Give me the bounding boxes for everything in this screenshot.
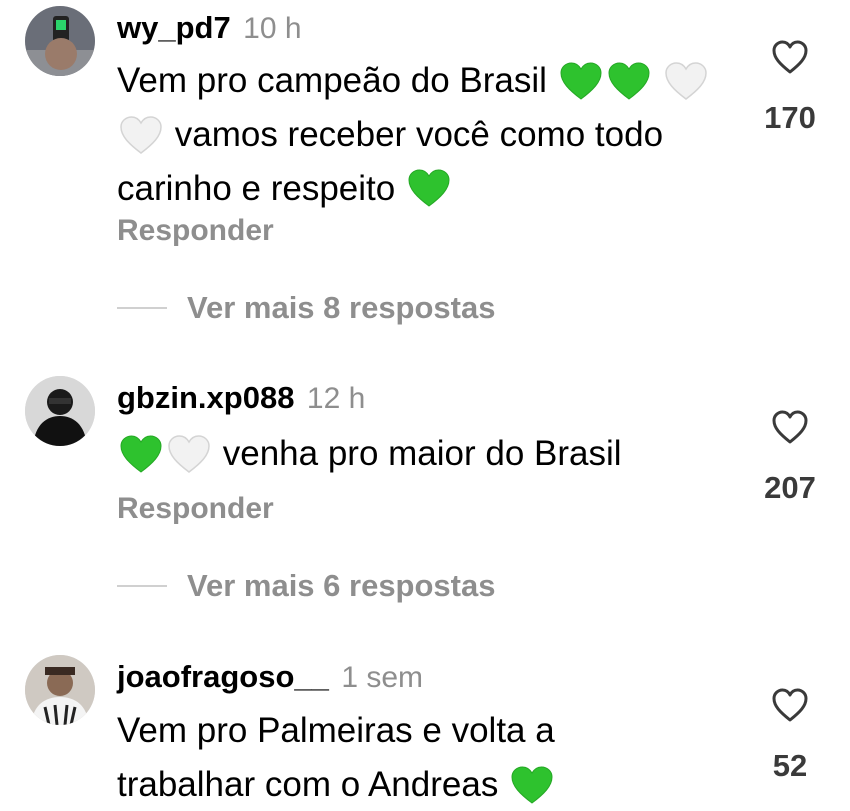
green-heart-emoji	[407, 168, 451, 208]
comment-text: Vem pro campeão do Brasil vamos receber …	[117, 53, 727, 214]
comment-text: venha pro maior do Brasil	[117, 426, 727, 480]
comment-text-line: trabalhar com o Andreas	[117, 764, 499, 804]
green-heart-emoji	[607, 61, 651, 101]
avatar[interactable]	[25, 6, 95, 76]
white-heart-emoji	[664, 61, 708, 101]
username[interactable]: gbzin.xp088	[117, 380, 294, 415]
white-heart-emoji	[167, 434, 211, 474]
heart-outline-icon[interactable]	[770, 686, 810, 724]
avatar[interactable]	[25, 655, 95, 725]
green-heart-emoji	[119, 434, 163, 474]
white-heart-emoji	[119, 115, 163, 155]
heart-outline-icon[interactable]	[770, 38, 810, 76]
like-count: 207	[764, 470, 816, 505]
green-heart-emoji	[510, 765, 554, 805]
timestamp: 12 h	[306, 382, 366, 415]
divider-line	[117, 585, 167, 587]
avatar[interactable]	[25, 376, 95, 446]
divider-line	[117, 307, 167, 309]
timestamp: 10 h	[243, 12, 302, 45]
comment-text-line: vamos receber você como	[174, 114, 586, 154]
username[interactable]: joaofragoso__	[117, 659, 329, 694]
like-count: 170	[764, 100, 816, 135]
comment-text: Vem pro Palmeiras e volta a trabalhar co…	[117, 703, 727, 811]
reply-button[interactable]: Responder	[117, 492, 274, 526]
view-more-label: Ver mais 6 respostas	[187, 568, 496, 603]
view-more-replies[interactable]: Ver mais 6 respostas	[117, 568, 495, 608]
view-more-replies[interactable]: Ver mais 8 respostas	[117, 290, 495, 330]
reply-button[interactable]: Responder	[117, 214, 274, 248]
comment-text-line: Vem pro campeão do Brasil	[117, 60, 547, 100]
comment-text-line: Vem pro Palmeiras e volta a	[117, 710, 555, 750]
green-heart-emoji	[559, 61, 603, 101]
timestamp: 1 sem	[341, 661, 424, 694]
view-more-label: Ver mais 8 respostas	[187, 290, 496, 325]
comment-text-line: venha pro maior do Brasil	[222, 433, 622, 473]
username[interactable]: wy_pd7	[117, 10, 231, 45]
like-count: 52	[772, 748, 808, 783]
heart-outline-icon[interactable]	[770, 408, 810, 446]
